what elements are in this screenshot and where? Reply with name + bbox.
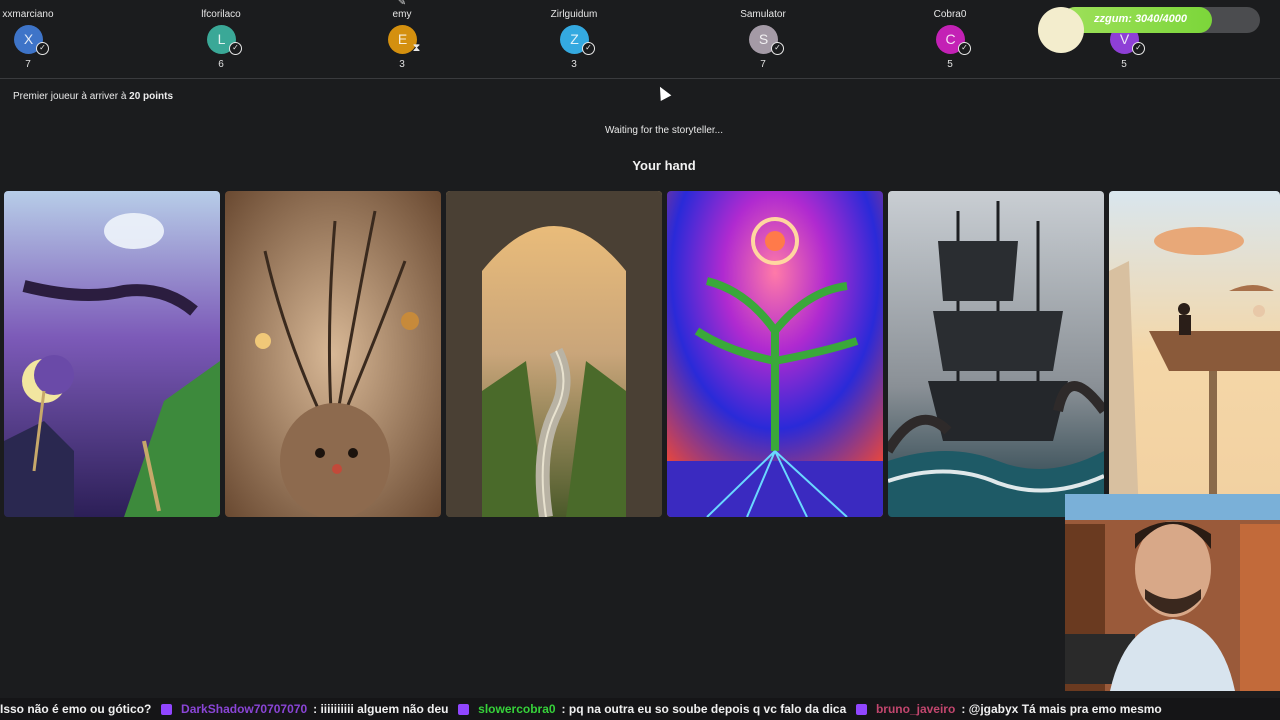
xp-orb: [1038, 7, 1084, 53]
chat-message: : pq na outra eu so soube depois q vc fa…: [561, 702, 847, 716]
card-cosmic-tree[interactable]: [667, 191, 883, 517]
xp-progress-bar: zzgum: 3040/4000: [1062, 7, 1260, 33]
twitch-badge-icon: [160, 704, 172, 716]
xp-label: zzgum: 3040/4000: [1094, 13, 1187, 25]
chat-message: : iiiiiiiiii alguem não deu: [313, 702, 449, 716]
player-name: emy: [392, 9, 412, 20]
player-name: Samulator: [740, 9, 786, 20]
hand-title: Your hand: [632, 158, 696, 173]
hourglass-icon: ⧗: [412, 42, 421, 54]
card-stone-arch-road[interactable]: [446, 191, 662, 517]
check-icon: ✓: [958, 42, 971, 55]
chat-username[interactable]: bruno_javeiro: [876, 702, 955, 716]
player-name: Zirlguidum: [550, 9, 598, 20]
mouse-cursor-icon: [654, 83, 672, 102]
check-icon: ✓: [582, 42, 595, 55]
player-score: 7: [25, 59, 31, 70]
twitch-badge-icon: [855, 704, 867, 716]
player-score: 5: [947, 59, 953, 70]
player-name: Cobra0: [933, 9, 967, 20]
chat-username[interactable]: slowercobra0: [478, 702, 555, 716]
check-icon: ✓: [1132, 42, 1145, 55]
player-score: 5: [1121, 59, 1127, 70]
card-pirate-ship-kraken[interactable]: [888, 191, 1104, 517]
status-text: Waiting for the storyteller...: [604, 125, 723, 136]
check-icon: ✓: [229, 42, 242, 55]
check-icon: ✓: [771, 42, 784, 55]
player-score: 3: [571, 59, 577, 70]
goal-prefix: Premier joueur à arriver à: [13, 91, 130, 102]
card-dreamer-moon[interactable]: [4, 191, 220, 517]
card-tangled-creature[interactable]: [225, 191, 441, 517]
goal-points: 20 points: [129, 91, 174, 102]
player-name: lfcorilaco: [201, 9, 241, 20]
chat-ticker: Isso não é emo ou gótico? DarkShadow7070…: [0, 698, 1280, 720]
card-couple-on-boat[interactable]: [1109, 191, 1280, 517]
player-score: 6: [218, 59, 224, 70]
streamer-webcam: [1065, 494, 1280, 691]
player-score: 3: [399, 59, 405, 70]
twitch-badge-icon: [457, 704, 469, 716]
player-name: xxmarciano: [2, 9, 54, 20]
storyteller-pencil-icon: ✎: [397, 0, 407, 8]
chat-message: Isso não é emo ou gótico?: [0, 702, 152, 716]
chat-username[interactable]: DarkShadow70707070: [181, 702, 307, 716]
check-icon: ✓: [36, 42, 49, 55]
game-goal: Premier joueur à arriver à 20 points: [13, 91, 173, 102]
chat-message: : @jgabyx Tá mais pra emo mesmo: [961, 702, 1162, 716]
player-score: 7: [760, 59, 766, 70]
